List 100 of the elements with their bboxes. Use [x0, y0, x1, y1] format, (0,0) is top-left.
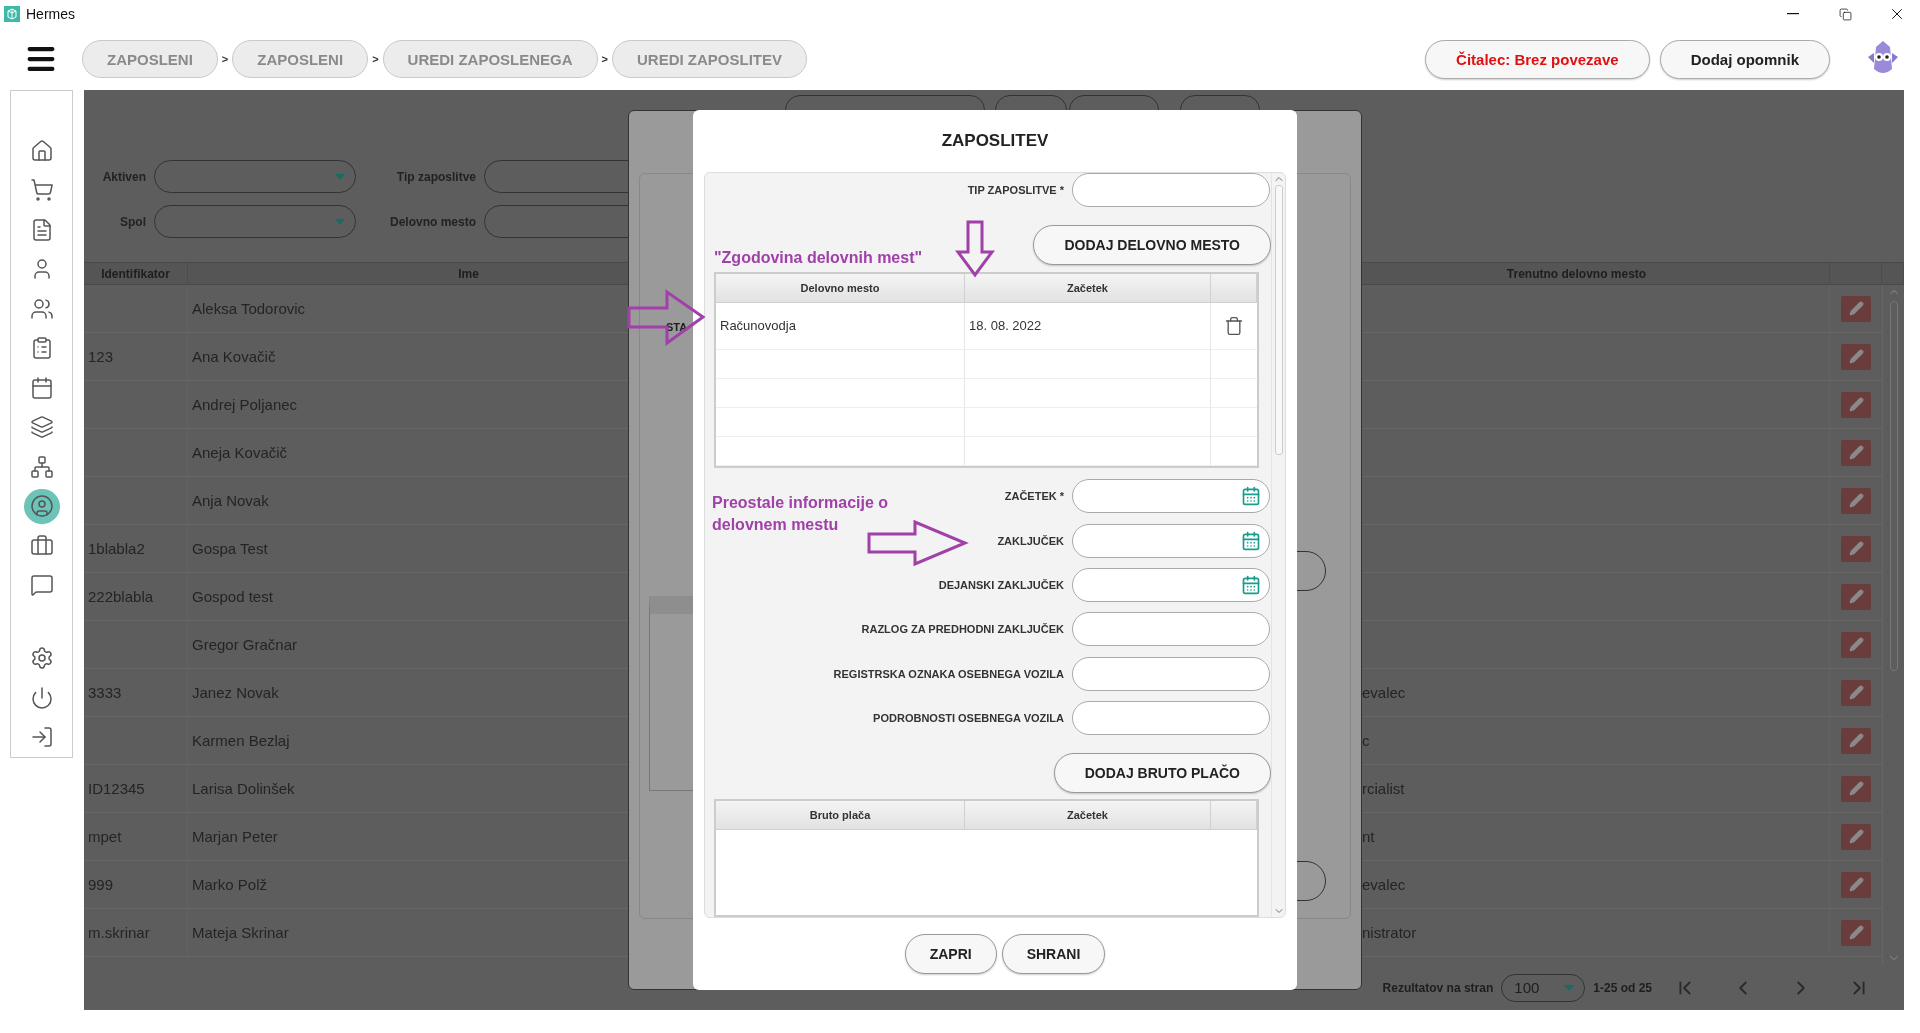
- sidebar-item[interactable]: [23, 488, 60, 524]
- field-label: ZAKLJUČEK: [997, 534, 1064, 547]
- field-label: PODROBNOSTI OSEBNEGA VOZILA: [873, 712, 1064, 724]
- date-field[interactable]: [1072, 523, 1270, 558]
- column-header: Delovno mesto: [716, 273, 965, 302]
- edit-button[interactable]: [1841, 439, 1871, 466]
- close-dialog-button[interactable]: ZAPRI: [904, 934, 997, 974]
- add-position-button[interactable]: DODAJ DELOVNO MESTO: [1033, 225, 1271, 266]
- pencil-icon: [1848, 733, 1864, 748]
- edit-button[interactable]: [1841, 487, 1871, 514]
- page-range: 1-25 od 25: [1593, 980, 1652, 995]
- filter-label: Spol: [119, 214, 146, 229]
- chat-icon: [29, 573, 54, 598]
- breadcrumb-link[interactable]: UREDI ZAPOSLENEGA: [382, 40, 598, 78]
- table-cell: mpet: [84, 813, 188, 860]
- table-cell: 999: [84, 861, 188, 908]
- home-icon: [29, 138, 54, 163]
- edit-button[interactable]: [1841, 343, 1871, 370]
- exit-icon: [29, 725, 54, 750]
- hierarchy-icon: [29, 454, 54, 479]
- table-cell: 1blabla2: [84, 525, 188, 572]
- edit-button[interactable]: [1841, 679, 1871, 706]
- edit-button[interactable]: [1841, 295, 1871, 322]
- breadcrumb-separator: >: [372, 53, 379, 65]
- calendar-icon: [1241, 486, 1261, 507]
- pencil-icon: [1848, 877, 1864, 892]
- edit-button[interactable]: [1841, 823, 1871, 850]
- breadcrumb-separator: >: [601, 53, 608, 65]
- restore-icon: [1838, 7, 1852, 21]
- input-field[interactable]: [1072, 656, 1270, 691]
- column-header: Začetek: [965, 801, 1211, 830]
- reader-status-button[interactable]: Čitalec: Brez povezave: [1425, 39, 1650, 79]
- breadcrumb-link[interactable]: ZAPOSLENI: [232, 40, 369, 78]
- calendar-icon: [29, 375, 54, 400]
- pencil-icon: [1848, 925, 1864, 940]
- input-field[interactable]: [1072, 612, 1270, 647]
- edit-button[interactable]: [1841, 775, 1871, 802]
- minimize-icon: [1787, 13, 1799, 15]
- field-label: ZAČETEK *: [1004, 490, 1064, 503]
- pencil-icon: [1848, 301, 1864, 316]
- date-field[interactable]: [1072, 568, 1270, 603]
- power-icon: [29, 685, 54, 710]
- edit-button[interactable]: [1841, 535, 1871, 562]
- edit-button[interactable]: [1841, 919, 1871, 946]
- date-field[interactable]: [1072, 479, 1270, 514]
- field-label: RAZLOG ZA PREDHODNI ZAKLJUČEK: [861, 623, 1064, 636]
- layers-icon: [29, 415, 54, 440]
- input-field[interactable]: [1072, 701, 1270, 735]
- people-icon: [29, 296, 54, 321]
- caret-icon: [1564, 984, 1575, 991]
- person-icon: [29, 494, 54, 519]
- table-cell: 3333: [84, 669, 188, 716]
- window-title: Hermes: [26, 6, 76, 22]
- pencil-icon: [1848, 589, 1864, 604]
- edit-button[interactable]: [1841, 631, 1871, 658]
- column-header: Začetek: [965, 273, 1211, 302]
- save-button[interactable]: SHRANI: [1001, 934, 1106, 974]
- breadcrumb-link[interactable]: ZAPOSLENI: [82, 40, 218, 78]
- filter-label: Aktiven: [101, 169, 146, 184]
- calendar-icon: [1241, 575, 1261, 596]
- right-arrow-icon: [867, 520, 967, 566]
- calendar-icon: [1241, 530, 1261, 551]
- breadcrumb-separator: >: [221, 53, 229, 65]
- input-field[interactable]: [1072, 173, 1270, 208]
- edit-button[interactable]: [1841, 391, 1871, 418]
- caret-icon: [335, 218, 345, 225]
- pencil-icon: [1848, 349, 1864, 364]
- right-arrow-icon: [627, 290, 705, 345]
- edit-button[interactable]: [1841, 583, 1871, 610]
- pencil-icon: [1848, 397, 1864, 412]
- filter-label: Delovno mesto: [389, 214, 476, 229]
- field-label: REGISTRSKA OZNAKA OSEBNEGA VOZILA: [833, 667, 1064, 680]
- edit-button[interactable]: [1841, 871, 1871, 898]
- pencil-icon: [1848, 445, 1864, 460]
- trash-icon[interactable]: [1224, 315, 1244, 336]
- page-size-label: Rezultatov na stran: [1382, 980, 1494, 995]
- dialog-title: ZAPOSLITEV: [941, 130, 1049, 152]
- reminder-button[interactable]: Dodaj opomnik: [1659, 39, 1830, 79]
- edit-button[interactable]: [1841, 727, 1871, 754]
- app-logo-icon: [4, 6, 20, 22]
- column-header: Identifikator: [84, 263, 188, 284]
- pencil-icon: [1848, 541, 1864, 556]
- filter-label: Tip zaposlitve: [395, 169, 476, 184]
- table-cell: Računovodja: [716, 302, 965, 349]
- down-arrow-icon: [955, 220, 995, 277]
- pencil-icon: [1848, 637, 1864, 652]
- table-cell: 18. 08. 2022: [965, 302, 1211, 349]
- field-label: TIP ZAPOSLITVE *: [967, 184, 1064, 197]
- table-cell: 222blabla: [84, 573, 188, 620]
- table-cell: m.skrinar: [84, 909, 188, 956]
- breadcrumb-link[interactable]: UREDI ZAPOSLITEV: [612, 40, 808, 78]
- scroll-thumb[interactable]: [1274, 185, 1283, 455]
- pencil-icon: [1848, 493, 1864, 508]
- briefcase-icon: [29, 533, 54, 558]
- caret-icon: [335, 173, 345, 180]
- table-cell: 123: [84, 333, 188, 380]
- field-label: DEJANSKI ZAKLJUČEK: [938, 579, 1064, 592]
- pencil-icon: [1848, 829, 1864, 844]
- pencil-icon: [1848, 685, 1864, 700]
- add-salary-button[interactable]: DODAJ BRUTO PLAČO: [1053, 753, 1271, 794]
